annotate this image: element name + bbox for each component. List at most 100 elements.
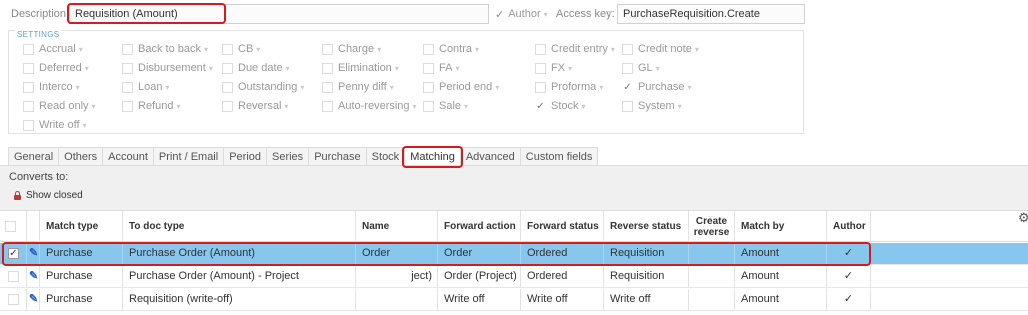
checkbox[interactable] [222, 62, 233, 74]
checkbox[interactable] [622, 62, 633, 74]
setting-label: Loan [138, 81, 163, 93]
setting-credit-entry[interactable]: Credit entry ▾ [535, 41, 615, 57]
edit-icon[interactable]: ✎ [29, 293, 38, 305]
checkbox[interactable] [322, 62, 333, 74]
setting-outstanding[interactable]: Outstanding ▾ [222, 79, 304, 95]
tab-others[interactable]: Others [58, 147, 104, 166]
tab-custom-fields[interactable]: Custom fields [519, 147, 599, 166]
setting-read-only[interactable]: Read only ▾ [23, 98, 96, 114]
setting-penny-diff[interactable]: Penny diff ▾ [322, 79, 394, 95]
tab-period[interactable]: Period [223, 147, 267, 166]
checkbox[interactable] [122, 81, 133, 93]
header-forward-status[interactable]: Forward status [521, 211, 604, 242]
setting-stock[interactable]: ✓ Stock ▾ [535, 98, 586, 114]
table-row[interactable]: ✎ Purchase Purchase Order (Amount) - Proje… [0, 266, 1028, 288]
checkbox[interactable] [622, 43, 633, 55]
edit-icon[interactable]: ✎ [29, 270, 38, 282]
checkbox[interactable] [322, 43, 333, 55]
tab-account[interactable]: Account [102, 147, 154, 166]
tab-stock[interactable]: Stock [365, 147, 406, 166]
setting-write-off[interactable]: Write off ▾ [23, 117, 87, 133]
row-checkbox[interactable] [8, 270, 19, 282]
header-create-reverse[interactable]: Create reverse [689, 211, 735, 242]
gear-icon[interactable]: ⚙ [1018, 210, 1028, 226]
setting-fx[interactable]: FX ▾ [535, 60, 572, 76]
table-row[interactable]: ✎ Purchase Requisition (write-off) Write of… [0, 289, 1028, 311]
tab-series[interactable]: Series [266, 147, 310, 166]
checkbox[interactable] [122, 100, 133, 112]
checkbox[interactable] [122, 43, 133, 55]
setting-charge[interactable]: Charge ▾ [322, 41, 381, 57]
setting-deferred[interactable]: Deferred ▾ [23, 60, 89, 76]
setting-reversal[interactable]: Reversal ▾ [222, 98, 288, 114]
setting-loan[interactable]: Loan ▾ [122, 79, 170, 95]
checkbox[interactable] [535, 81, 546, 93]
checkbox[interactable] [222, 81, 233, 93]
setting-credit-note[interactable]: Credit note ▾ [622, 41, 699, 57]
checkbox[interactable] [535, 62, 546, 74]
setting-period-end[interactable]: Period end ▾ [423, 79, 499, 95]
row-select-cell[interactable] [0, 266, 27, 287]
checkbox[interactable] [535, 43, 546, 55]
setting-elimination[interactable]: Elimination ▾ [322, 60, 399, 76]
checkbox[interactable] [423, 62, 434, 74]
header-match-by[interactable]: Match by [735, 211, 827, 242]
header-author[interactable]: Author [827, 211, 871, 242]
checkbox[interactable] [423, 43, 434, 55]
checkbox[interactable] [23, 81, 34, 93]
setting-system[interactable]: System ▾ [622, 98, 682, 114]
checkbox[interactable] [222, 100, 233, 112]
setting-contra[interactable]: Contra ▾ [423, 41, 479, 57]
setting-proforma[interactable]: Proforma ▾ [535, 79, 603, 95]
setting-refund[interactable]: Refund ▾ [122, 98, 181, 114]
setting-disbursement[interactable]: Disbursement ▾ [122, 60, 213, 76]
author-checkbox[interactable]: ✓ Author ▾ [495, 6, 548, 22]
setting-due-date[interactable]: Due date ▾ [222, 60, 290, 76]
select-all-checkbox[interactable] [5, 221, 16, 232]
row-select-cell[interactable] [0, 289, 27, 310]
checkbox[interactable] [23, 62, 34, 74]
setting-interco[interactable]: Interco ▾ [23, 79, 80, 95]
checkbox[interactable] [322, 100, 333, 112]
row-edit-cell[interactable]: ✎ [27, 266, 40, 287]
header-name[interactable]: Name [356, 211, 438, 242]
check-icon[interactable]: ✓ [535, 100, 546, 112]
tab-general[interactable]: General [8, 147, 60, 166]
cell-forward-action: Write off [438, 289, 521, 310]
setting-cb[interactable]: CB ▾ [222, 41, 260, 57]
tab-purchase[interactable]: Purchase [308, 147, 367, 166]
checkbox[interactable] [423, 81, 434, 93]
checkbox[interactable] [122, 62, 133, 74]
checkbox[interactable] [622, 100, 633, 112]
checkbox[interactable] [423, 100, 434, 112]
check-icon[interactable]: ✓ [622, 81, 633, 93]
setting-sale[interactable]: Sale ▾ [423, 98, 468, 114]
lock-icon [13, 191, 22, 200]
checkbox[interactable] [23, 100, 34, 112]
header-to-doc-type[interactable]: To doc type [123, 211, 356, 242]
row-checkbox[interactable] [8, 293, 19, 305]
checkbox[interactable] [222, 43, 233, 55]
access-key-input[interactable]: PurchaseRequisition.Create [617, 4, 805, 24]
setting-fa[interactable]: FA ▾ [423, 60, 459, 76]
dropdown-triangle-icon: ▾ [687, 82, 692, 92]
dropdown-triangle-icon: ▾ [389, 82, 394, 92]
setting-auto-reversing[interactable]: Auto-reversing ▾ [322, 98, 417, 114]
setting-label: Credit note [638, 43, 692, 55]
row-edit-cell[interactable]: ✎ [27, 289, 40, 310]
setting-purchase[interactable]: ✓ Purchase ▾ [622, 79, 692, 95]
description-label: Description: [11, 8, 70, 20]
select-all-header[interactable] [0, 211, 27, 242]
header-forward-action[interactable]: Forward action [438, 211, 521, 242]
header-match-type[interactable]: Match type [40, 211, 123, 242]
tab-print-email[interactable]: Print / Email [152, 147, 225, 166]
setting-gl[interactable]: GL ▾ [622, 60, 660, 76]
checkbox[interactable] [23, 119, 34, 131]
checkbox[interactable] [322, 81, 333, 93]
checkbox[interactable] [23, 43, 34, 55]
tab-advanced[interactable]: Advanced [459, 147, 521, 166]
show-closed-button[interactable]: Show closed [13, 190, 83, 201]
header-reverse-status[interactable]: Reverse status [604, 211, 689, 242]
setting-back-to-back[interactable]: Back to back ▾ [122, 41, 208, 57]
setting-accrual[interactable]: Accrual ▾ [23, 41, 83, 57]
